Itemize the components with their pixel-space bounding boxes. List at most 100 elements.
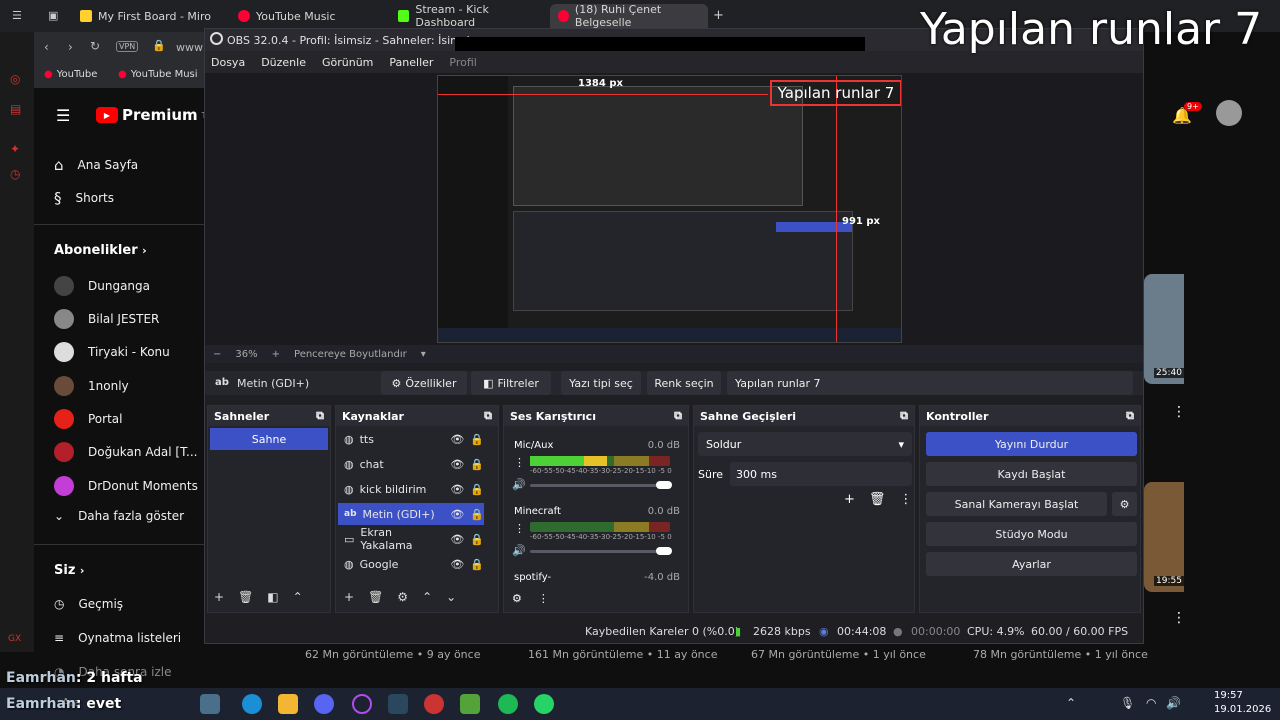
undock-icon[interactable]: ⧉ [900, 409, 908, 423]
filters-button[interactable]: ◧ Filtreler [471, 371, 551, 395]
widgets-icon[interactable] [200, 694, 220, 714]
undock-icon[interactable]: ⧉ [316, 409, 324, 423]
source-item[interactable]: ◍ tts 👁 🔒 [338, 428, 484, 450]
chevron-up-icon[interactable]: ⌃ [1066, 696, 1076, 710]
tab-kick[interactable]: Stream - Kick Dashboard [390, 3, 545, 29]
speaker-icon[interactable]: 🔊 [512, 544, 526, 557]
more-vert-icon[interactable]: ⋮ [538, 592, 549, 605]
volume-slider-knob[interactable] [656, 547, 672, 555]
menu-profile[interactable]: Profil [449, 56, 476, 69]
preview-canvas[interactable]: Yapılan runlar 7 1384 px 991 px [437, 75, 902, 343]
trash-icon[interactable]: 🗑 [238, 590, 253, 604]
wifi-icon[interactable]: ◠ [1146, 696, 1156, 710]
messenger-icon[interactable]: ◎ [10, 72, 20, 86]
undock-icon[interactable]: ⧉ [674, 409, 682, 423]
forward-icon[interactable]: › [68, 40, 73, 54]
scene-item[interactable]: Sahne [210, 428, 328, 450]
color-button[interactable]: Renk seçin [647, 371, 721, 395]
channel-menu-icon[interactable]: ⋮ [514, 522, 525, 535]
lock-icon[interactable]: 🔒 [470, 533, 484, 546]
edge-icon[interactable] [242, 694, 262, 714]
lock-icon[interactable]: 🔒 [470, 508, 484, 521]
more-vert-icon[interactable]: ⋮ [899, 492, 912, 507]
volume-slider-knob[interactable] [656, 481, 672, 489]
lock-icon[interactable]: 🔒 [470, 558, 484, 571]
settings-button[interactable]: Ayarlar [926, 552, 1137, 576]
sub-item[interactable]: Portal [54, 409, 122, 429]
sub-item[interactable]: Tiryaki - Konu [54, 342, 170, 362]
back-icon[interactable]: ‹ [44, 40, 49, 54]
eye-icon[interactable]: 👁 [450, 558, 464, 571]
speaker-icon[interactable]: 🔊 [512, 478, 526, 491]
new-tab-button[interactable]: + [713, 8, 724, 23]
lock-icon[interactable]: 🔒 [470, 483, 484, 496]
tab-miro[interactable]: My First Board - Miro [72, 4, 222, 28]
clock-time[interactable]: 19:57 [1214, 690, 1243, 701]
vpn-badge[interactable]: VPN [116, 41, 139, 52]
font-button[interactable]: Yazı tipi seç [561, 371, 641, 395]
add-icon[interactable]: + [344, 590, 354, 604]
undock-icon[interactable]: ⧉ [1126, 409, 1134, 423]
trash-icon[interactable]: 🗑 [368, 590, 383, 604]
properties-button[interactable]: ⚙ Özellikler [381, 371, 467, 395]
feed-icon[interactable]: ▤ [10, 102, 21, 116]
sub-item[interactable]: Dunganga [54, 276, 150, 296]
source-item[interactable]: ▭ Ekran Yakalama 👁 🔒 [338, 526, 484, 552]
volume-slider[interactable] [530, 484, 670, 487]
menu-view[interactable]: Görünüm [322, 56, 373, 69]
opera-gx-icon[interactable] [424, 694, 444, 714]
virtual-camera-settings-button[interactable]: ⚙ [1112, 492, 1137, 516]
avatar[interactable] [1216, 100, 1242, 126]
start-virtual-camera-button[interactable]: Sanal Kamerayı Başlat [926, 492, 1107, 516]
studio-mode-button[interactable]: Stüdyo Modu [926, 522, 1137, 546]
up-icon[interactable]: ⌃ [422, 590, 432, 604]
discord-icon[interactable] [314, 694, 334, 714]
add-icon[interactable]: + [214, 590, 224, 604]
more-vert-icon[interactable]: ⋮ [1172, 404, 1186, 420]
tab-list-icon[interactable]: ▣ [48, 9, 58, 22]
tab-youtube-active[interactable]: (18) Ruhi Çenet Belgeselle [550, 3, 708, 29]
more-vert-icon[interactable]: ⋮ [1172, 610, 1186, 626]
history-icon[interactable]: ◷ [10, 167, 20, 181]
whatsapp-icon[interactable] [534, 694, 554, 714]
hamburger-icon[interactable]: ☰ [56, 106, 70, 125]
spotify-icon[interactable] [498, 694, 518, 714]
reload-icon[interactable]: ↻ [90, 39, 100, 53]
show-more[interactable]: ⌄ Daha fazla göster [54, 509, 184, 523]
undock-icon[interactable]: ⧉ [484, 409, 492, 423]
url-text[interactable]: www [176, 41, 203, 54]
volume-slider[interactable] [530, 550, 670, 553]
source-item-selected[interactable]: ab Metin (GDI+) 👁 🔒 [338, 503, 484, 525]
mic-icon[interactable]: 🎙 [1120, 696, 1135, 710]
nav-home[interactable]: ⌂ Ana Sayfa [54, 156, 138, 174]
filter-icon[interactable]: ◧ [267, 590, 278, 604]
sub-item[interactable]: 1nonly [54, 376, 129, 396]
clock-date[interactable]: 19.01.2026 [1214, 704, 1271, 715]
steam-icon[interactable] [388, 694, 408, 714]
channel-menu-icon[interactable]: ⋮ [514, 456, 525, 469]
up-icon[interactable]: ⌃ [293, 590, 303, 604]
start-recording-button[interactable]: Kaydı Başlat [926, 462, 1137, 486]
trash-icon[interactable]: 🗑 [869, 492, 886, 507]
chevron-down-icon[interactable]: ▾ [421, 349, 426, 360]
selected-text-source[interactable]: Yapılan runlar 7 [770, 80, 901, 106]
bookmark-youtube-music[interactable]: ● YouTube Musi [118, 69, 198, 80]
lock-icon[interactable]: 🔒 [470, 433, 484, 446]
folder-icon[interactable] [278, 694, 298, 714]
zoom-fit-select[interactable]: Pencereye Boyutlandır [294, 349, 407, 360]
transition-select[interactable]: Soldur ▾ [698, 432, 912, 456]
stop-streaming-button[interactable]: Yayını Durdur [926, 432, 1137, 456]
volume-icon[interactable]: 🔊 [1166, 696, 1181, 710]
you-header[interactable]: Siz › [54, 563, 84, 578]
bookmark-youtube[interactable]: ● YouTube [44, 69, 97, 80]
source-item[interactable]: ◍ Google 👁 🔒 [338, 553, 484, 575]
nav-history[interactable]: ◷ Geçmiş [54, 597, 123, 611]
source-item[interactable]: ◍ kick bildirim 👁 🔒 [338, 478, 484, 500]
menu-docks[interactable]: Paneller [389, 56, 433, 69]
sub-item[interactable]: Bilal JESTER [54, 309, 159, 329]
menu-icon[interactable]: ☰ [12, 9, 22, 22]
add-icon[interactable]: + [844, 492, 855, 507]
zoom-out-button[interactable]: − [213, 349, 221, 360]
minecraft-icon[interactable] [460, 694, 480, 714]
advanced-audio-icon[interactable]: ⚙ [512, 592, 522, 605]
